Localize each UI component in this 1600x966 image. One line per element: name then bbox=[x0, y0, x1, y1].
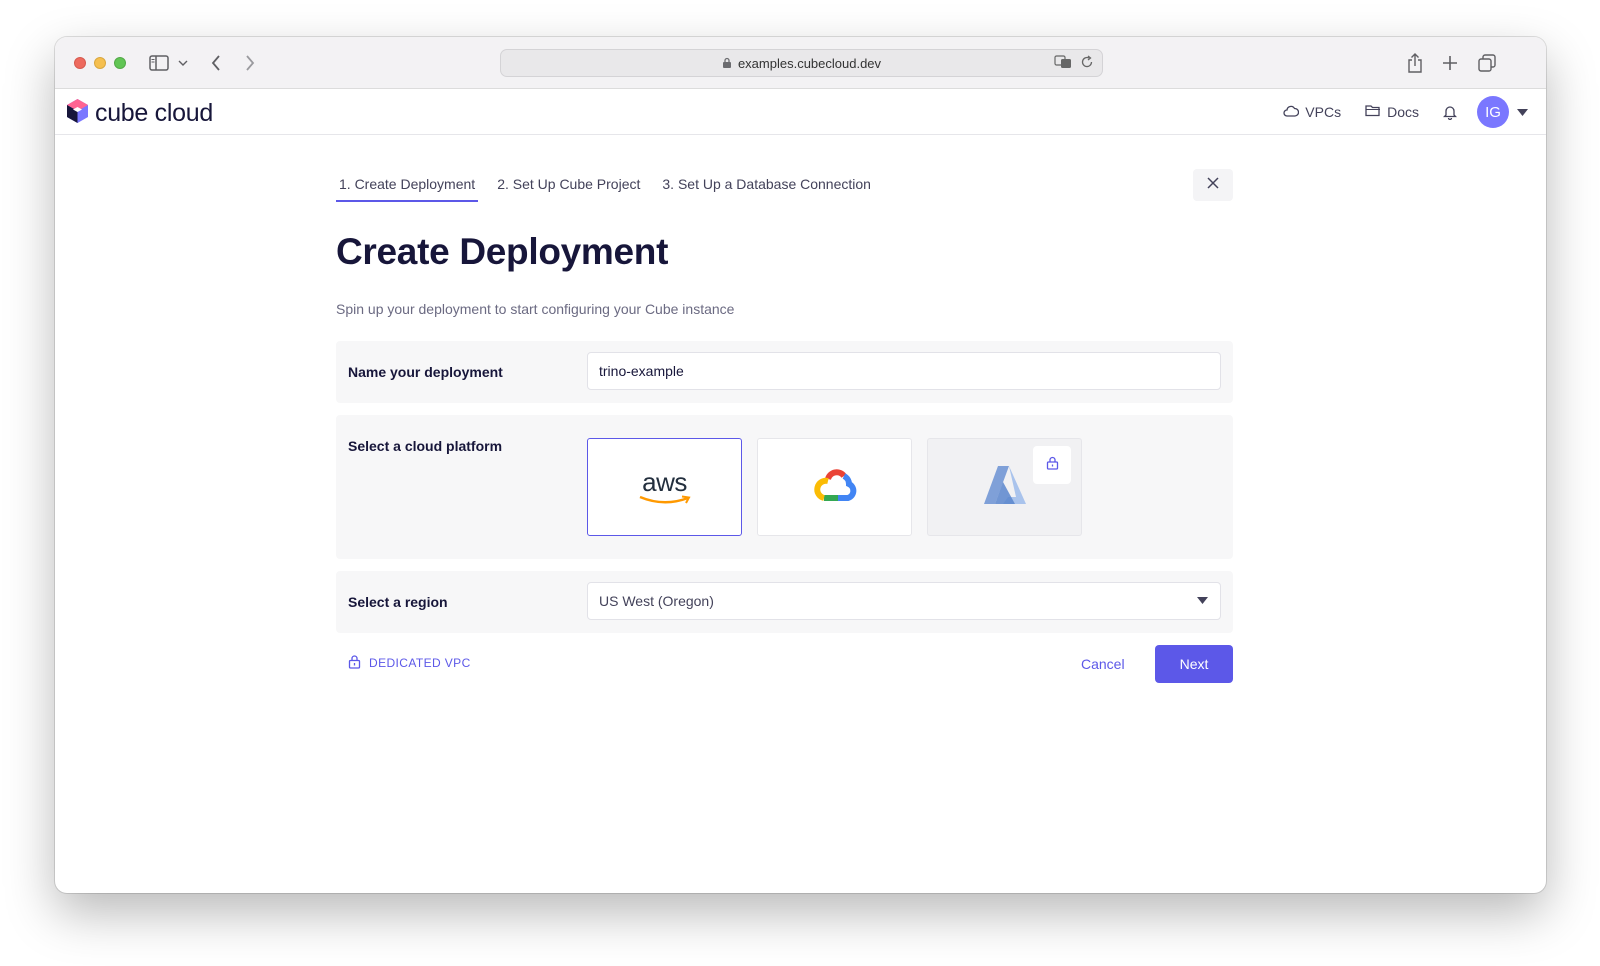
reload-icon[interactable] bbox=[1080, 55, 1094, 72]
cube-cloud-logo[interactable]: cube cloud bbox=[66, 98, 213, 129]
close-icon bbox=[1207, 176, 1219, 194]
browser-toolbar: examples.cubecloud.dev bbox=[55, 37, 1546, 89]
minimize-window-button[interactable] bbox=[94, 57, 106, 69]
page-subtitle: Spin up your deployment to start configu… bbox=[336, 301, 735, 317]
lock-icon bbox=[1046, 456, 1059, 475]
chevron-down-icon[interactable] bbox=[177, 51, 189, 75]
address-bar[interactable]: examples.cubecloud.dev bbox=[500, 49, 1103, 77]
cloud-platform-panel: Select a cloud platform aws bbox=[336, 415, 1233, 559]
stepper: 1. Create Deployment 2. Set Up Cube Proj… bbox=[336, 168, 890, 202]
cancel-button[interactable]: Cancel bbox=[1069, 645, 1137, 683]
dedicated-vpc-label: DEDICATED VPC bbox=[369, 656, 471, 670]
next-button[interactable]: Next bbox=[1155, 645, 1233, 683]
nav-vpcs-label: VPCs bbox=[1305, 104, 1342, 120]
caret-down-icon bbox=[1197, 597, 1208, 604]
folder-icon bbox=[1365, 104, 1381, 120]
create-deployment-page: 1. Create Deployment 2. Set Up Cube Proj… bbox=[336, 135, 1233, 835]
locked-badge bbox=[1033, 446, 1071, 484]
logo-text: cube cloud bbox=[95, 99, 213, 127]
url-text: examples.cubecloud.dev bbox=[737, 55, 882, 71]
nav-docs[interactable]: Docs bbox=[1365, 104, 1419, 120]
cloud-icon bbox=[1283, 104, 1300, 120]
maximize-window-button[interactable] bbox=[114, 57, 126, 69]
cloud-platform-label: Select a cloud platform bbox=[348, 438, 503, 454]
aws-logo-icon: aws bbox=[638, 469, 692, 505]
dedicated-vpc-link[interactable]: DEDICATED VPC bbox=[348, 654, 471, 672]
aws-logo-text: aws bbox=[642, 467, 687, 497]
translate-icon[interactable] bbox=[1054, 55, 1072, 72]
nav-docs-label: Docs bbox=[1387, 104, 1419, 120]
deployment-name-input[interactable] bbox=[587, 352, 1221, 390]
close-button[interactable] bbox=[1193, 169, 1233, 201]
tab-overview-icon[interactable] bbox=[1477, 51, 1497, 75]
new-tab-icon[interactable] bbox=[1441, 51, 1459, 75]
step-create-deployment[interactable]: 1. Create Deployment bbox=[336, 168, 479, 202]
region-select[interactable]: US West (Oregon) bbox=[587, 582, 1221, 620]
step-set-up-database-connection[interactable]: 3. Set Up a Database Connection bbox=[659, 168, 874, 202]
forward-icon[interactable] bbox=[242, 51, 258, 75]
cube-logo-icon bbox=[66, 98, 89, 129]
share-icon[interactable] bbox=[1406, 51, 1424, 75]
lock-icon bbox=[348, 654, 361, 672]
cloud-option-aws[interactable]: aws bbox=[587, 438, 742, 536]
avatar[interactable]: IG bbox=[1477, 96, 1509, 128]
deployment-name-panel: Name your deployment bbox=[336, 341, 1233, 403]
sidebar-toggle-icon[interactable] bbox=[148, 51, 170, 75]
lock-icon bbox=[722, 57, 732, 69]
region-panel: Select a region US West (Oregon) bbox=[336, 571, 1233, 633]
nav-vpcs[interactable]: VPCs bbox=[1283, 104, 1341, 120]
bell-icon[interactable] bbox=[1443, 104, 1457, 120]
browser-window: examples.cubecloud.dev cube cloud VPCs D… bbox=[55, 37, 1546, 893]
azure-logo-icon bbox=[983, 464, 1027, 511]
cloud-option-gcp[interactable] bbox=[757, 438, 912, 536]
step-set-up-cube-project[interactable]: 2. Set Up Cube Project bbox=[494, 168, 643, 202]
deployment-name-label: Name your deployment bbox=[348, 364, 503, 380]
cloud-option-azure bbox=[927, 438, 1082, 536]
google-cloud-logo-icon bbox=[812, 467, 858, 508]
back-icon[interactable] bbox=[208, 51, 224, 75]
header-nav: VPCs Docs IG bbox=[1283, 96, 1528, 128]
region-label: Select a region bbox=[348, 594, 448, 610]
app-header: cube cloud VPCs Docs IG bbox=[55, 89, 1546, 135]
close-window-button[interactable] bbox=[74, 57, 86, 69]
region-select-value: US West (Oregon) bbox=[599, 593, 714, 609]
caret-down-icon[interactable] bbox=[1517, 108, 1528, 116]
page-title: Create Deployment bbox=[336, 231, 669, 272]
